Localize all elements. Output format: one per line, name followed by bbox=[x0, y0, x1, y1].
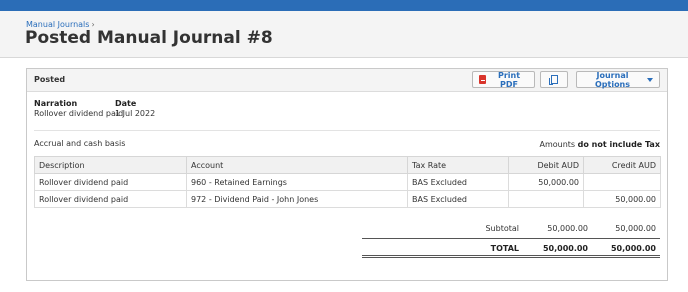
table-header-row: Description Account Tax Rate Debit AUD C… bbox=[34, 156, 661, 174]
row-tax-rate: BAS Excluded bbox=[407, 190, 509, 208]
copy-icon bbox=[548, 75, 558, 85]
table-row: Rollover dividend paid 972 - Dividend Pa… bbox=[34, 190, 661, 208]
total-double-rule bbox=[362, 255, 660, 258]
row-description: Rollover dividend paid bbox=[34, 173, 187, 191]
column-header-account: Account bbox=[186, 156, 408, 174]
amounts-tax-note: Amounts do not include Tax bbox=[539, 140, 660, 149]
total-debit: 50,000.00 bbox=[542, 244, 588, 253]
total-label: TOTAL bbox=[490, 244, 519, 253]
pdf-icon bbox=[479, 75, 487, 84]
table-row: Rollover dividend paid 960 - Retained Ea… bbox=[34, 173, 661, 191]
panel-header: Posted Print PDF Journal Options bbox=[27, 69, 667, 92]
row-credit: 50,000.00 bbox=[583, 190, 661, 208]
journal-panel: Posted Print PDF Journal Options Narrati… bbox=[26, 68, 668, 281]
print-pdf-button[interactable]: Print PDF bbox=[472, 70, 535, 89]
journal-options-label: Journal Options bbox=[594, 70, 631, 89]
copy-journal-button[interactable] bbox=[540, 71, 568, 88]
section-divider bbox=[34, 130, 660, 131]
subtotal-credit: 50,000.00 bbox=[615, 224, 656, 233]
subtotal-debit: 50,000.00 bbox=[547, 224, 588, 233]
top-nav-bar bbox=[0, 0, 688, 11]
page-header: Manual Journals › Posted Manual Journal #… bbox=[0, 11, 688, 58]
row-tax-rate: BAS Excluded bbox=[407, 173, 509, 191]
chevron-down-icon bbox=[647, 77, 653, 82]
subtotal-label: Subtotal bbox=[485, 224, 519, 233]
subtotal-row: Subtotal 50,000.00 50,000.00 bbox=[362, 219, 660, 239]
status-label: Posted bbox=[34, 75, 66, 84]
print-pdf-label: Print PDF bbox=[498, 70, 521, 89]
amounts-prefix: Amounts bbox=[539, 140, 576, 149]
row-debit: 50,000.00 bbox=[508, 173, 584, 191]
narration-label: Narration bbox=[34, 99, 78, 108]
journal-options-button[interactable]: Journal Options bbox=[576, 70, 660, 89]
date-value: 1 Jul 2022 bbox=[115, 109, 156, 118]
row-debit bbox=[508, 190, 584, 208]
column-header-debit: Debit AUD bbox=[508, 156, 584, 174]
date-label: Date bbox=[115, 99, 137, 108]
page-title: Posted Manual Journal #8 bbox=[25, 28, 273, 48]
narration-value: Rollover dividend paid bbox=[34, 109, 124, 118]
amounts-tax-qualifier: do not include Tax bbox=[577, 140, 660, 149]
row-credit bbox=[583, 173, 661, 191]
column-header-tax-rate: Tax Rate bbox=[407, 156, 509, 174]
total-credit: 50,000.00 bbox=[610, 244, 656, 253]
basis-text: Accrual and cash basis bbox=[34, 139, 126, 148]
row-account: 972 - Dividend Paid - John Jones bbox=[186, 190, 408, 208]
row-account: 960 - Retained Earnings bbox=[186, 173, 408, 191]
row-description: Rollover dividend paid bbox=[34, 190, 187, 208]
column-header-credit: Credit AUD bbox=[583, 156, 661, 174]
journal-lines-table: Description Account Tax Rate Debit AUD C… bbox=[34, 156, 661, 208]
totals-section: Subtotal 50,000.00 50,000.00 TOTAL 50,00… bbox=[362, 219, 660, 259]
column-header-description: Description bbox=[34, 156, 187, 174]
